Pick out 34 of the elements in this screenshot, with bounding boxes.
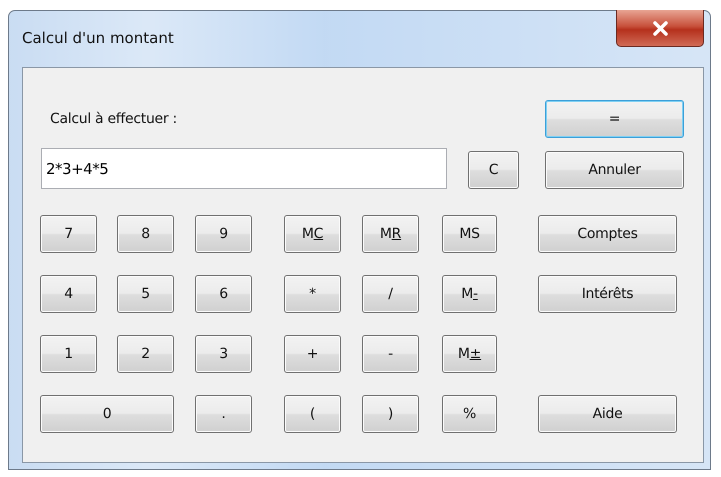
keypad-button[interactable]: /	[362, 275, 419, 313]
input-field[interactable]: 2*3+4*5	[41, 148, 447, 189]
keypad-button[interactable]: 9	[195, 215, 252, 253]
clear-button[interactable]: C	[468, 151, 519, 189]
keypad-button[interactable]: 7	[40, 215, 97, 253]
keypad-button[interactable]: 1	[40, 335, 97, 373]
keypad-button[interactable]: 4	[40, 275, 97, 313]
action-button[interactable]: Intérêts	[538, 275, 677, 313]
cancel-button[interactable]: Annuler	[545, 151, 684, 189]
keypad-button[interactable]: 0	[40, 395, 174, 433]
keypad-button[interactable]: MR	[362, 215, 419, 253]
action-button[interactable]: Aide	[538, 395, 677, 433]
keypad-button[interactable]: %	[442, 395, 497, 433]
keypad-button[interactable]: M-	[442, 275, 497, 313]
keypad-button[interactable]: *	[284, 275, 341, 313]
action-button[interactable]: Comptes	[538, 215, 677, 253]
keypad-button[interactable]: (	[284, 395, 341, 433]
keypad-button[interactable]: 8	[117, 215, 174, 253]
keypad-button[interactable]: +	[284, 335, 341, 373]
keypad-button[interactable]: .	[195, 395, 252, 433]
equals-button[interactable]: =	[545, 100, 684, 138]
keypad-button[interactable]: -	[362, 335, 419, 373]
keypad-button[interactable]: 2	[117, 335, 174, 373]
close-icon	[652, 20, 668, 36]
keypad-button[interactable]: MS	[442, 215, 497, 253]
keypad-button[interactable]: 3	[195, 335, 252, 373]
keypad-button[interactable]: MC	[284, 215, 341, 253]
keypad-button[interactable]: 5	[117, 275, 174, 313]
keypad-button[interactable]: )	[362, 395, 419, 433]
close-button[interactable]	[616, 10, 704, 47]
field-label: Calcul à effectuer :	[49, 111, 178, 127]
keypad-button[interactable]: 6	[195, 275, 252, 313]
keypad-button[interactable]: M±	[442, 335, 497, 373]
window-title: Calcul d'un montant	[22, 29, 174, 47]
